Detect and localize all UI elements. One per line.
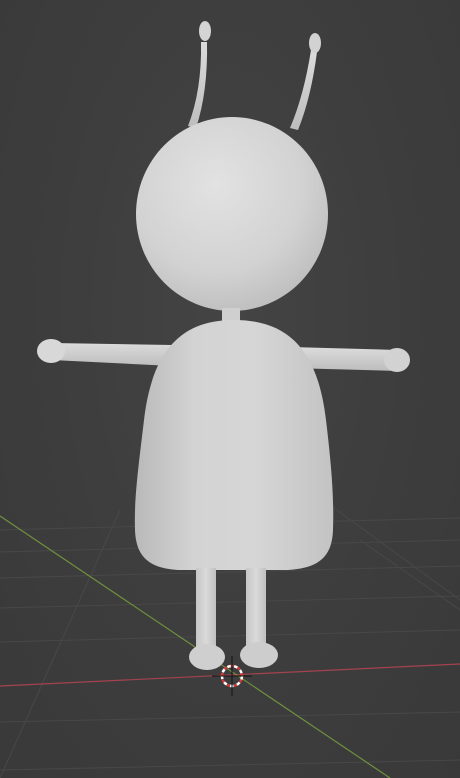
3d-viewport[interactable]	[0, 0, 460, 778]
character-head-mesh[interactable]	[136, 117, 328, 311]
viewport-scene[interactable]	[0, 0, 460, 778]
arm-left[interactable]	[37, 339, 172, 366]
antenna-left[interactable]	[188, 21, 211, 128]
leg-right[interactable]	[240, 568, 278, 668]
character-body-mesh[interactable]	[134, 320, 334, 570]
leg-left[interactable]	[189, 568, 225, 670]
antenna-right[interactable]	[290, 33, 321, 130]
